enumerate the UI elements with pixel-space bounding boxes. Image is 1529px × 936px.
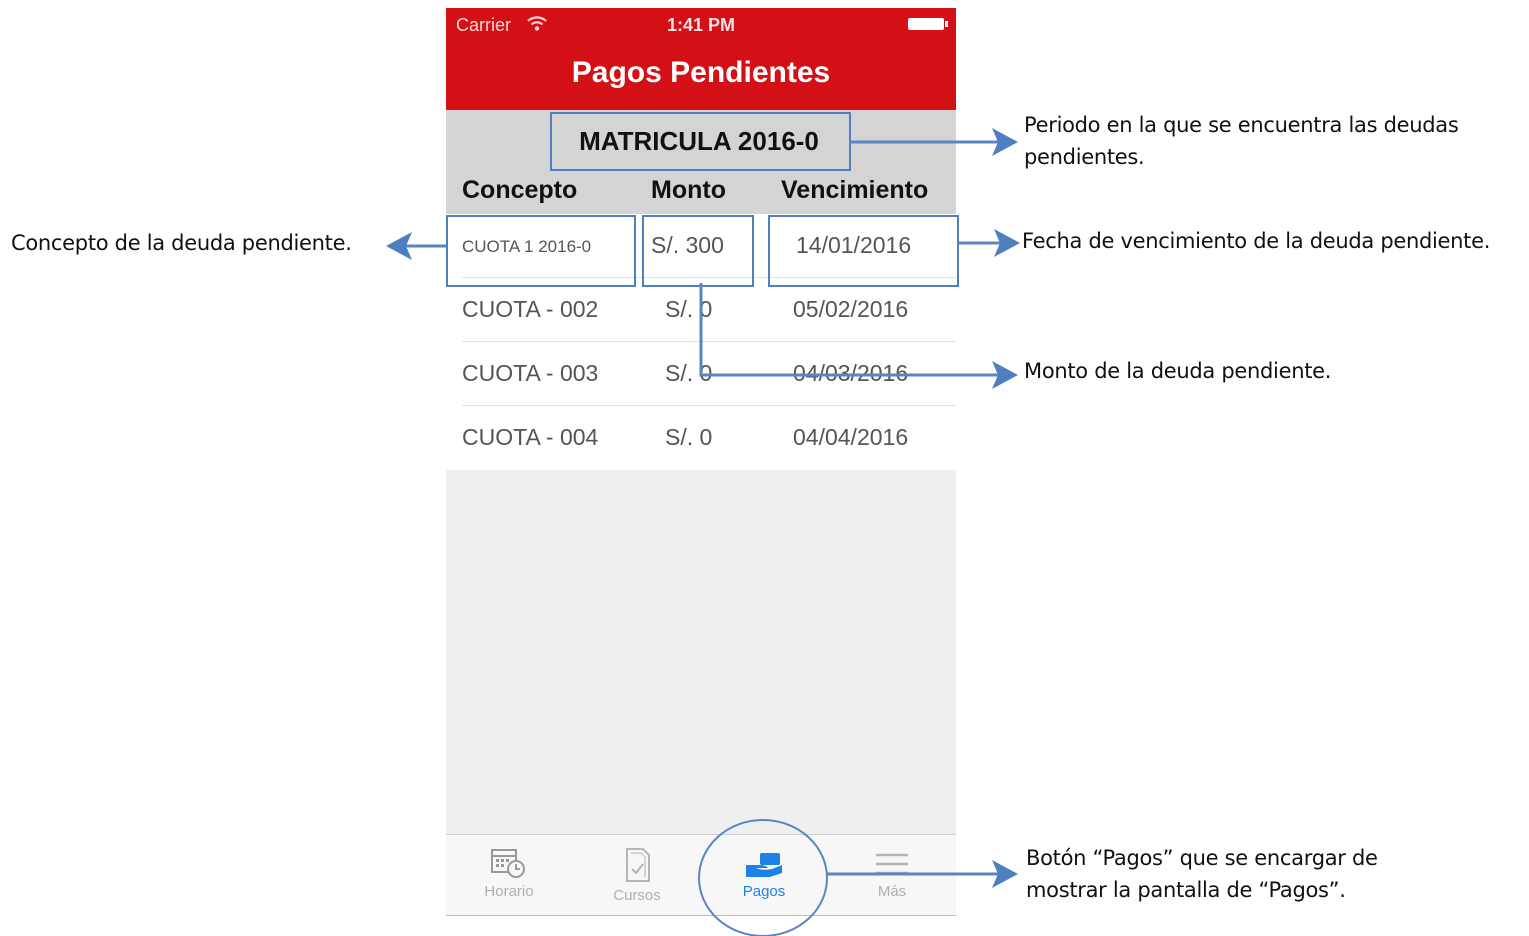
- annotation-fecha: Fecha de vencimiento de la deuda pendien…: [1022, 229, 1491, 253]
- annotation-periodo: Periodo en la que se encuentra las deuda…: [1024, 113, 1459, 169]
- annotation-concepto: Concepto de la deuda pendiente.: [11, 231, 352, 255]
- annotation-monto: Monto de la deuda pendiente.: [1024, 359, 1332, 383]
- annotation-boton: Botón “Pagos” que se encargar de mostrar…: [1026, 846, 1378, 902]
